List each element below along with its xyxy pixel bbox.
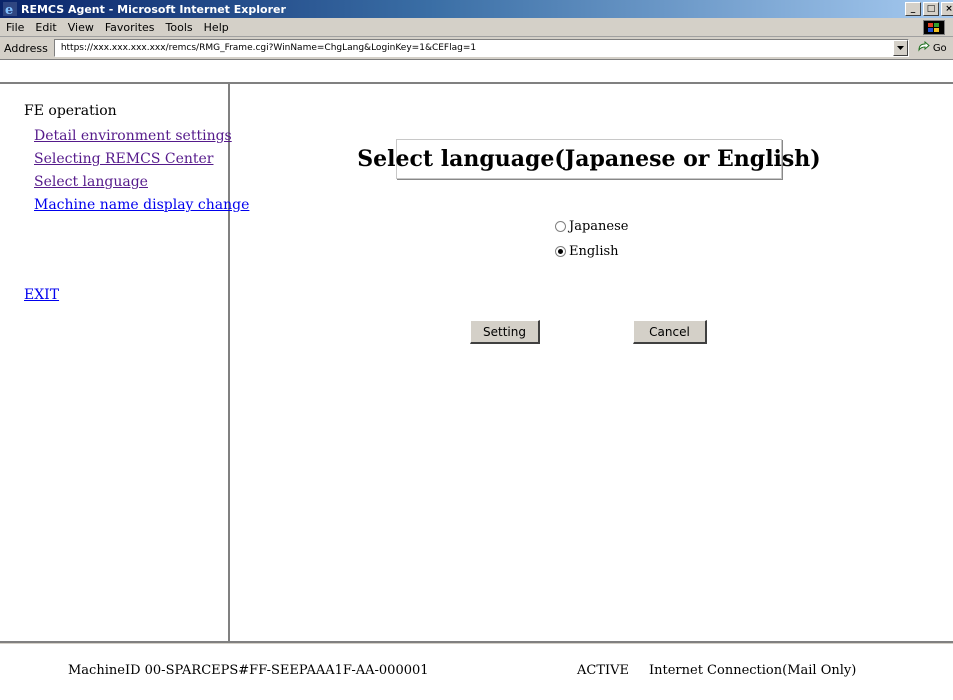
status-badge: ACTIVE — [577, 663, 630, 678]
radio-label-japanese: Japanese — [569, 219, 629, 234]
menu-favorites[interactable]: Favorites — [101, 21, 162, 34]
link-machine-name-display-change[interactable]: Machine name display change — [34, 197, 249, 213]
address-bar: Address https://xxx.xxx.xxx.xxx/remcs/RM… — [0, 37, 953, 60]
address-label: Address — [4, 41, 48, 55]
menu-edit[interactable]: Edit — [31, 21, 63, 34]
menu-file[interactable]: File — [2, 21, 31, 34]
address-url: https://xxx.xxx.xxx.xxx/remcs/RMG_Frame.… — [60, 43, 477, 53]
go-button[interactable]: Go — [917, 40, 947, 56]
menu-tools[interactable]: Tools — [162, 21, 200, 34]
menu-help[interactable]: Help — [200, 21, 236, 34]
window-title: REMCS Agent - Microsoft Internet Explore… — [21, 2, 286, 16]
page-title: Select language(Japanese or English) — [357, 139, 821, 179]
ie-icon: e — [3, 2, 17, 16]
setting-button[interactable]: Setting — [470, 320, 540, 344]
exit-link[interactable]: EXIT — [24, 287, 59, 303]
go-label: Go — [932, 42, 947, 54]
windows-logo-icon — [923, 20, 945, 35]
chevron-down-icon[interactable] — [892, 40, 908, 56]
menu-bar: File Edit View Favorites Tools Help — [0, 18, 953, 37]
go-arrow-icon — [917, 40, 931, 56]
status-frame: MachineID 00-SPARCEPS#FF-SEEPAAA1F-AA-00… — [0, 644, 953, 700]
link-detail-environment-settings[interactable]: Detail environment settings — [34, 128, 232, 144]
connection-type: Internet Connection(Mail Only) — [649, 663, 857, 678]
navigation-frame: FE operation Detail environment settings… — [0, 84, 249, 642]
link-selecting-remcs-center[interactable]: Selecting REMCS Center — [34, 151, 213, 167]
maximize-button[interactable]: □ — [923, 2, 939, 16]
svg-text:e: e — [5, 3, 13, 16]
radio-japanese[interactable]: Japanese — [555, 219, 628, 234]
machine-id: MachineID 00-SPARCEPS#FF-SEEPAAA1F-AA-00… — [68, 663, 429, 678]
radio-english[interactable]: English — [555, 244, 619, 259]
radio-button-japanese[interactable] — [555, 221, 566, 232]
content-frame: Select language(Japanese or English) Jap… — [232, 84, 953, 641]
close-button[interactable]: × — [941, 2, 953, 16]
minimize-button[interactable]: _ — [905, 2, 921, 16]
radio-selected-dot — [558, 249, 563, 254]
address-input[interactable]: https://xxx.xxx.xxx.xxx/remcs/RMG_Frame.… — [53, 39, 909, 57]
cancel-button[interactable]: Cancel — [633, 320, 707, 344]
radio-button-english[interactable] — [555, 246, 566, 257]
link-select-language[interactable]: Select language — [34, 174, 148, 190]
radio-label-english: English — [569, 244, 619, 259]
window-title-bar[interactable]: e REMCS Agent - Microsoft Internet Explo… — [0, 0, 953, 18]
menu-view[interactable]: View — [64, 21, 101, 34]
section-title: FE operation — [24, 103, 117, 119]
